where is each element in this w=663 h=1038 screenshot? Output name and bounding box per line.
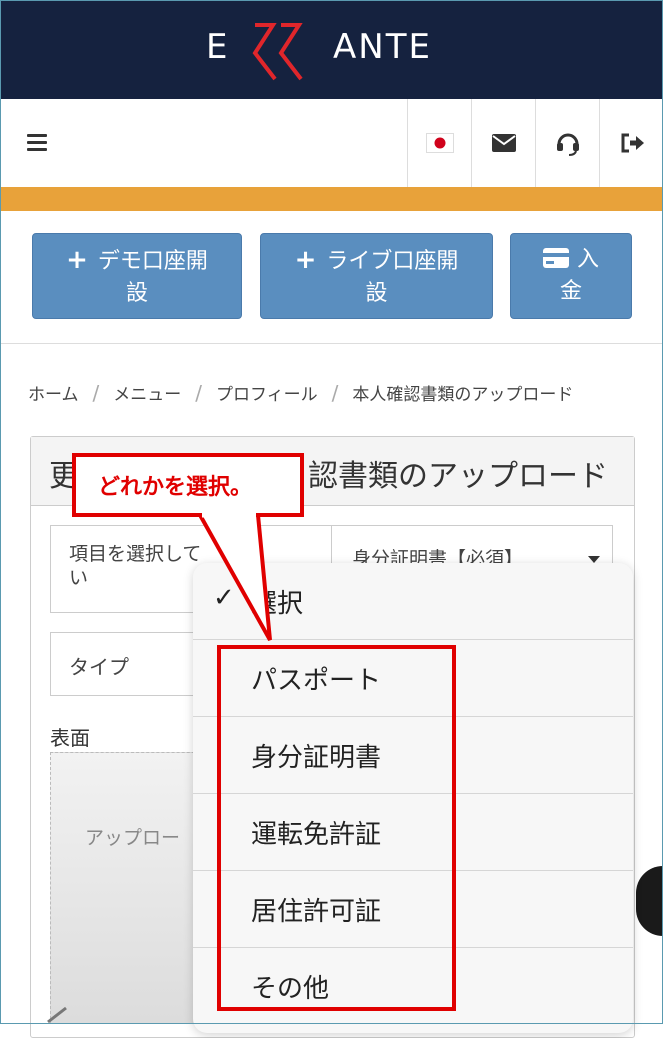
brand-header: E ANTE xyxy=(1,1,662,99)
breadcrumb-menu[interactable]: メニュー xyxy=(113,385,181,405)
logout-button[interactable] xyxy=(599,99,663,187)
breadcrumb-current: 本人確認書類のアップロード xyxy=(352,385,574,405)
floating-chat-icon[interactable] xyxy=(636,866,663,936)
account-actions: + デモ口座開 設 + ライブ口座開 設 入 金 xyxy=(1,211,662,344)
breadcrumb-separator: / xyxy=(195,381,202,405)
hamburger-icon[interactable] xyxy=(27,134,47,151)
breadcrumb-profile[interactable]: プロフィール xyxy=(216,385,318,405)
mail-button[interactable] xyxy=(471,99,536,187)
deposit-button[interactable]: 入 金 xyxy=(510,233,632,319)
support-button[interactable] xyxy=(535,99,600,187)
back-arrow-icon[interactable] xyxy=(36,1004,76,1024)
language-button[interactable] xyxy=(407,99,472,187)
japan-flag-icon xyxy=(426,133,454,153)
errante-logo: E ANTE xyxy=(1,1,662,99)
logo-mark-icon xyxy=(252,23,303,81)
option-select[interactable]: ✓ 選択 xyxy=(193,563,633,640)
open-demo-account-button[interactable]: + デモ口座開 設 xyxy=(32,233,242,319)
open-live-account-button[interactable]: + ライブ口座開 設 xyxy=(260,233,493,319)
envelope-icon xyxy=(492,134,516,152)
plus-icon: + xyxy=(294,245,317,275)
chevron-down-icon xyxy=(588,556,600,563)
breadcrumb-separator: / xyxy=(92,381,100,405)
logo-letters-ante: ANTE xyxy=(333,27,432,67)
instruction-callout: どれかを選択。 xyxy=(72,453,304,517)
checkmark-icon: ✓ xyxy=(213,583,235,613)
logout-icon xyxy=(621,133,644,153)
breadcrumb-home[interactable]: ホーム xyxy=(28,385,79,405)
front-upload-area[interactable]: アップロー xyxy=(50,752,210,1024)
front-label: 表面 xyxy=(50,726,90,750)
plus-icon: + xyxy=(66,245,88,275)
headset-icon xyxy=(557,133,579,156)
logo-letter-e: E xyxy=(206,27,230,67)
options-highlight-box xyxy=(217,645,456,1011)
credit-card-icon xyxy=(542,248,569,268)
breadcrumb-separator: / xyxy=(331,381,339,405)
accent-bar xyxy=(1,187,662,211)
breadcrumb: ホーム / メニュー / プロフィール / 本人確認書類のアップロード xyxy=(28,380,573,405)
top-navigation xyxy=(1,99,662,188)
